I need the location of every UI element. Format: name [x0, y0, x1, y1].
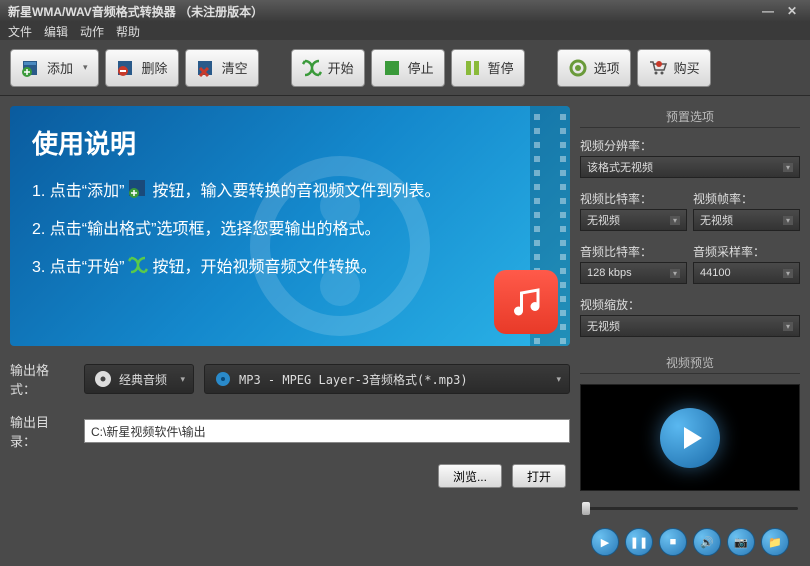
window-title: 新星WMA/WAV音频格式转换器 （未注册版本） [8, 3, 263, 20]
pause-icon [462, 58, 482, 78]
instruction-step-3: 3. 点击“开始” 按钮，开始视频音频文件转换。 [32, 253, 548, 277]
instruction-banner: 使用说明 1. 点击“添加” 按钮，输入要转换的音视频文件到列表。 2. 点击“… [10, 106, 570, 346]
menu-file[interactable]: 文件 [8, 23, 32, 40]
pause-button[interactable]: 暂停 [451, 49, 525, 87]
output-dir-input[interactable] [84, 419, 570, 443]
gear-icon [568, 58, 588, 78]
refresh-icon [127, 254, 149, 276]
start-icon [302, 58, 322, 78]
disc-icon [93, 369, 113, 389]
resolution-label: 视频分辨率： [580, 137, 800, 154]
play-button[interactable]: ▶ [591, 528, 619, 556]
pause-media-button[interactable]: ❚❚ [625, 528, 653, 556]
audio-sample-select[interactable]: 44100 [693, 262, 800, 284]
open-button[interactable]: 打开 [512, 464, 566, 488]
audio-bitrate-select[interactable]: 128 kbps [580, 262, 687, 284]
output-format-select[interactable]: MP3 - MPEG Layer-3音频格式(*.mp3) [204, 364, 570, 394]
video-zoom-label: 视频缩放： [580, 296, 800, 313]
preset-panel-title: 预置选项 [580, 106, 800, 128]
folder-button[interactable]: 📁 [761, 528, 789, 556]
add-icon [21, 58, 41, 78]
add-icon [127, 178, 149, 200]
options-button[interactable]: 选项 [557, 49, 631, 87]
seek-slider[interactable] [580, 503, 800, 514]
menubar: 文件 编辑 动作 帮助 [0, 22, 810, 40]
clear-icon [196, 58, 216, 78]
minimize-button[interactable]: — [758, 4, 778, 18]
snapshot-button[interactable]: 📷 [727, 528, 755, 556]
add-button[interactable]: 添加 [10, 49, 99, 87]
menu-edit[interactable]: 编辑 [44, 23, 68, 40]
toolbar: 添加 删除 清空 开始 停止 暂停 选项 购买 [0, 40, 810, 96]
menu-help[interactable]: 帮助 [116, 23, 140, 40]
output-category-select[interactable]: 经典音频 [84, 364, 194, 394]
titlebar: 新星WMA/WAV音频格式转换器 （未注册版本） — ✕ [0, 0, 810, 22]
resolution-select[interactable]: 该格式无视频 [580, 156, 800, 178]
stop-button[interactable]: 停止 [371, 49, 445, 87]
start-button[interactable]: 开始 [291, 49, 365, 87]
preview-panel-title: 视频预览 [580, 352, 800, 374]
menu-action[interactable]: 动作 [80, 23, 104, 40]
stop-media-button[interactable]: ■ [659, 528, 687, 556]
video-fps-select[interactable]: 无视频 [693, 209, 800, 231]
play-overlay-icon[interactable] [660, 408, 720, 468]
volume-button[interactable]: 🔊 [693, 528, 721, 556]
cart-icon [648, 58, 668, 78]
banner-title: 使用说明 [32, 124, 548, 161]
video-zoom-select[interactable]: 无视频 [580, 315, 800, 337]
video-preview [580, 384, 800, 491]
music-icon [494, 270, 558, 334]
instruction-step-1: 1. 点击“添加” 按钮，输入要转换的音视频文件到列表。 [32, 177, 548, 201]
output-format-label: 输出格式： [10, 360, 74, 398]
audio-sample-label: 音频采样率： [693, 243, 800, 260]
format-icon [213, 369, 233, 389]
output-dir-label: 输出目录： [10, 412, 74, 450]
close-button[interactable]: ✕ [782, 4, 802, 18]
browse-button[interactable]: 浏览... [438, 464, 502, 488]
delete-button[interactable]: 删除 [105, 49, 179, 87]
stop-icon [382, 58, 402, 78]
video-bitrate-select[interactable]: 无视频 [580, 209, 687, 231]
clear-button[interactable]: 清空 [185, 49, 259, 87]
delete-icon [116, 58, 136, 78]
video-bitrate-label: 视频比特率： [580, 190, 687, 207]
video-fps-label: 视频帧率： [693, 190, 800, 207]
audio-bitrate-label: 音频比特率： [580, 243, 687, 260]
buy-button[interactable]: 购买 [637, 49, 711, 87]
instruction-step-2: 2. 点击“输出格式”选项框，选择您要输出的格式。 [32, 215, 548, 239]
